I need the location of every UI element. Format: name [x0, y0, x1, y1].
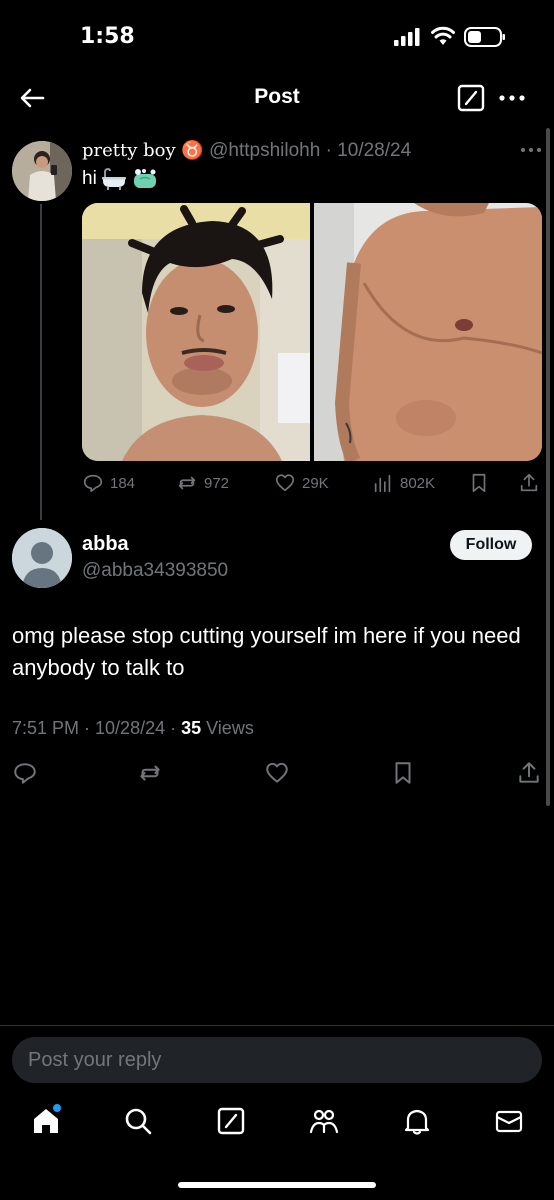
media-grid — [82, 203, 542, 461]
user-handle[interactable]: @httpshilohh — [209, 140, 320, 161]
view-count: 802K — [400, 474, 436, 492]
bathtub-emoji-icon — [101, 168, 126, 190]
bookmark-icon — [472, 473, 486, 493]
heart-icon[interactable] — [264, 760, 290, 786]
like-action[interactable]: 29K — [274, 472, 329, 494]
scrollbar[interactable] — [546, 128, 550, 806]
reply-time: 7:51 PM · 10/28/24 · — [12, 718, 182, 738]
compose-icon[interactable] — [216, 1106, 246, 1136]
mail-icon[interactable] — [494, 1106, 524, 1136]
search-icon[interactable] — [123, 1106, 153, 1136]
post-more-icon[interactable] — [518, 142, 544, 158]
bottom-tab-bar — [0, 1100, 554, 1150]
top-nav: Post — [0, 72, 554, 124]
post-text-content: hi — [82, 168, 97, 189]
reply-action-bar — [0, 760, 554, 788]
photo-torso — [314, 203, 542, 461]
reply-input[interactable]: Post your reply — [12, 1037, 542, 1083]
post-text: hi — [82, 168, 159, 190]
default-avatar[interactable] — [12, 528, 72, 588]
post-action-bar: 184 972 29K 802K — [82, 472, 542, 496]
reply-display-name[interactable]: abba — [82, 533, 129, 556]
home-indicator[interactable] — [178, 1182, 376, 1188]
post-meta: pretty boy ♉ @httpshilohh · 10/28/24 — [82, 140, 411, 162]
avatar[interactable] — [12, 141, 72, 201]
soap-emoji-icon — [133, 169, 156, 188]
views-icon — [374, 474, 391, 493]
repost-icon — [178, 476, 196, 490]
repost-action[interactable]: 972 — [176, 472, 229, 494]
reply-icon[interactable] — [12, 760, 38, 786]
follow-button[interactable]: Follow — [450, 530, 532, 560]
reply-icon — [83, 474, 103, 493]
bookmark-icon[interactable] — [390, 760, 416, 786]
thread-connector-line — [40, 204, 42, 520]
reply-action[interactable]: 184 — [82, 472, 135, 494]
cellular-signal-icon — [394, 28, 420, 46]
like-count: 29K — [302, 474, 329, 492]
status-bar: 1:58 — [0, 0, 554, 72]
photo-selfie — [82, 203, 310, 461]
repost-count: 972 — [204, 474, 230, 492]
media-photo-1[interactable] — [82, 203, 310, 461]
heart-icon — [275, 474, 295, 492]
bell-icon[interactable] — [402, 1106, 432, 1136]
media-photo-2[interactable] — [314, 203, 542, 461]
repost-icon[interactable] — [137, 760, 163, 786]
wifi-icon — [431, 26, 455, 45]
divider — [0, 1025, 554, 1026]
status-time: 1:58 — [80, 24, 135, 49]
reply-timestamp: 7:51 PM · 10/28/24 · 35 Views — [12, 718, 254, 739]
reply-count: 184 — [110, 474, 136, 492]
reply-user-handle[interactable]: @abba34393850 — [82, 560, 228, 582]
display-name[interactable]: pretty boy ♉ — [82, 140, 204, 161]
default-avatar-icon — [12, 528, 72, 588]
share-icon[interactable] — [516, 760, 542, 786]
meta-separator: · — [325, 140, 332, 161]
battery-icon — [464, 27, 505, 47]
more-options-icon[interactable] — [497, 84, 527, 112]
share-action[interactable] — [518, 472, 540, 494]
reply-views-label: Views — [201, 718, 254, 738]
compose-icon[interactable] — [457, 84, 485, 112]
post-date: 10/28/24 — [337, 140, 412, 161]
reply-views-count: 35 — [181, 718, 202, 738]
communities-icon[interactable] — [309, 1106, 339, 1136]
views-action[interactable]: 802K — [372, 472, 435, 494]
reply-text: omg please stop cutting yourself im here… — [12, 623, 521, 680]
bookmark-action[interactable] — [468, 472, 490, 494]
notification-dot — [53, 1104, 61, 1112]
profile-photo — [12, 141, 72, 201]
share-icon — [520, 473, 538, 492]
